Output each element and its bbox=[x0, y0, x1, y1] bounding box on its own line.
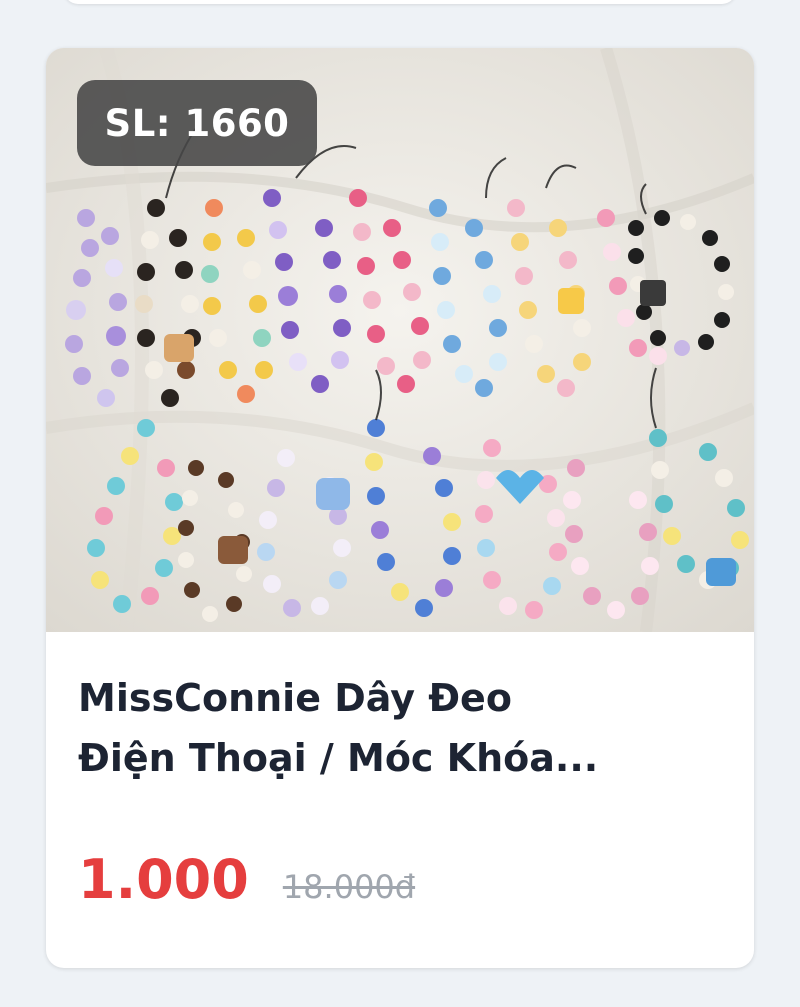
product-card[interactable]: SL: 1660 MissConnie Dây Đeo Điện Thoại /… bbox=[46, 48, 754, 968]
price-row: 1.000 18.000đ bbox=[78, 848, 415, 928]
sale-price: 1.000 bbox=[78, 848, 249, 911]
product-title-line-1: MissConnie Dây Đeo bbox=[78, 676, 512, 720]
previous-card-edge bbox=[64, 0, 736, 4]
product-title-line-2: Điện Thoại / Móc Khóa... bbox=[78, 736, 599, 780]
quantity-badge-text: SL: 1660 bbox=[104, 101, 290, 145]
quantity-badge: SL: 1660 bbox=[77, 80, 317, 166]
product-image[interactable]: SL: 1660 bbox=[46, 48, 754, 632]
original-price: 18.000đ bbox=[282, 868, 416, 906]
product-title[interactable]: MissConnie Dây Đeo Điện Thoại / Móc Khóa… bbox=[78, 668, 728, 788]
